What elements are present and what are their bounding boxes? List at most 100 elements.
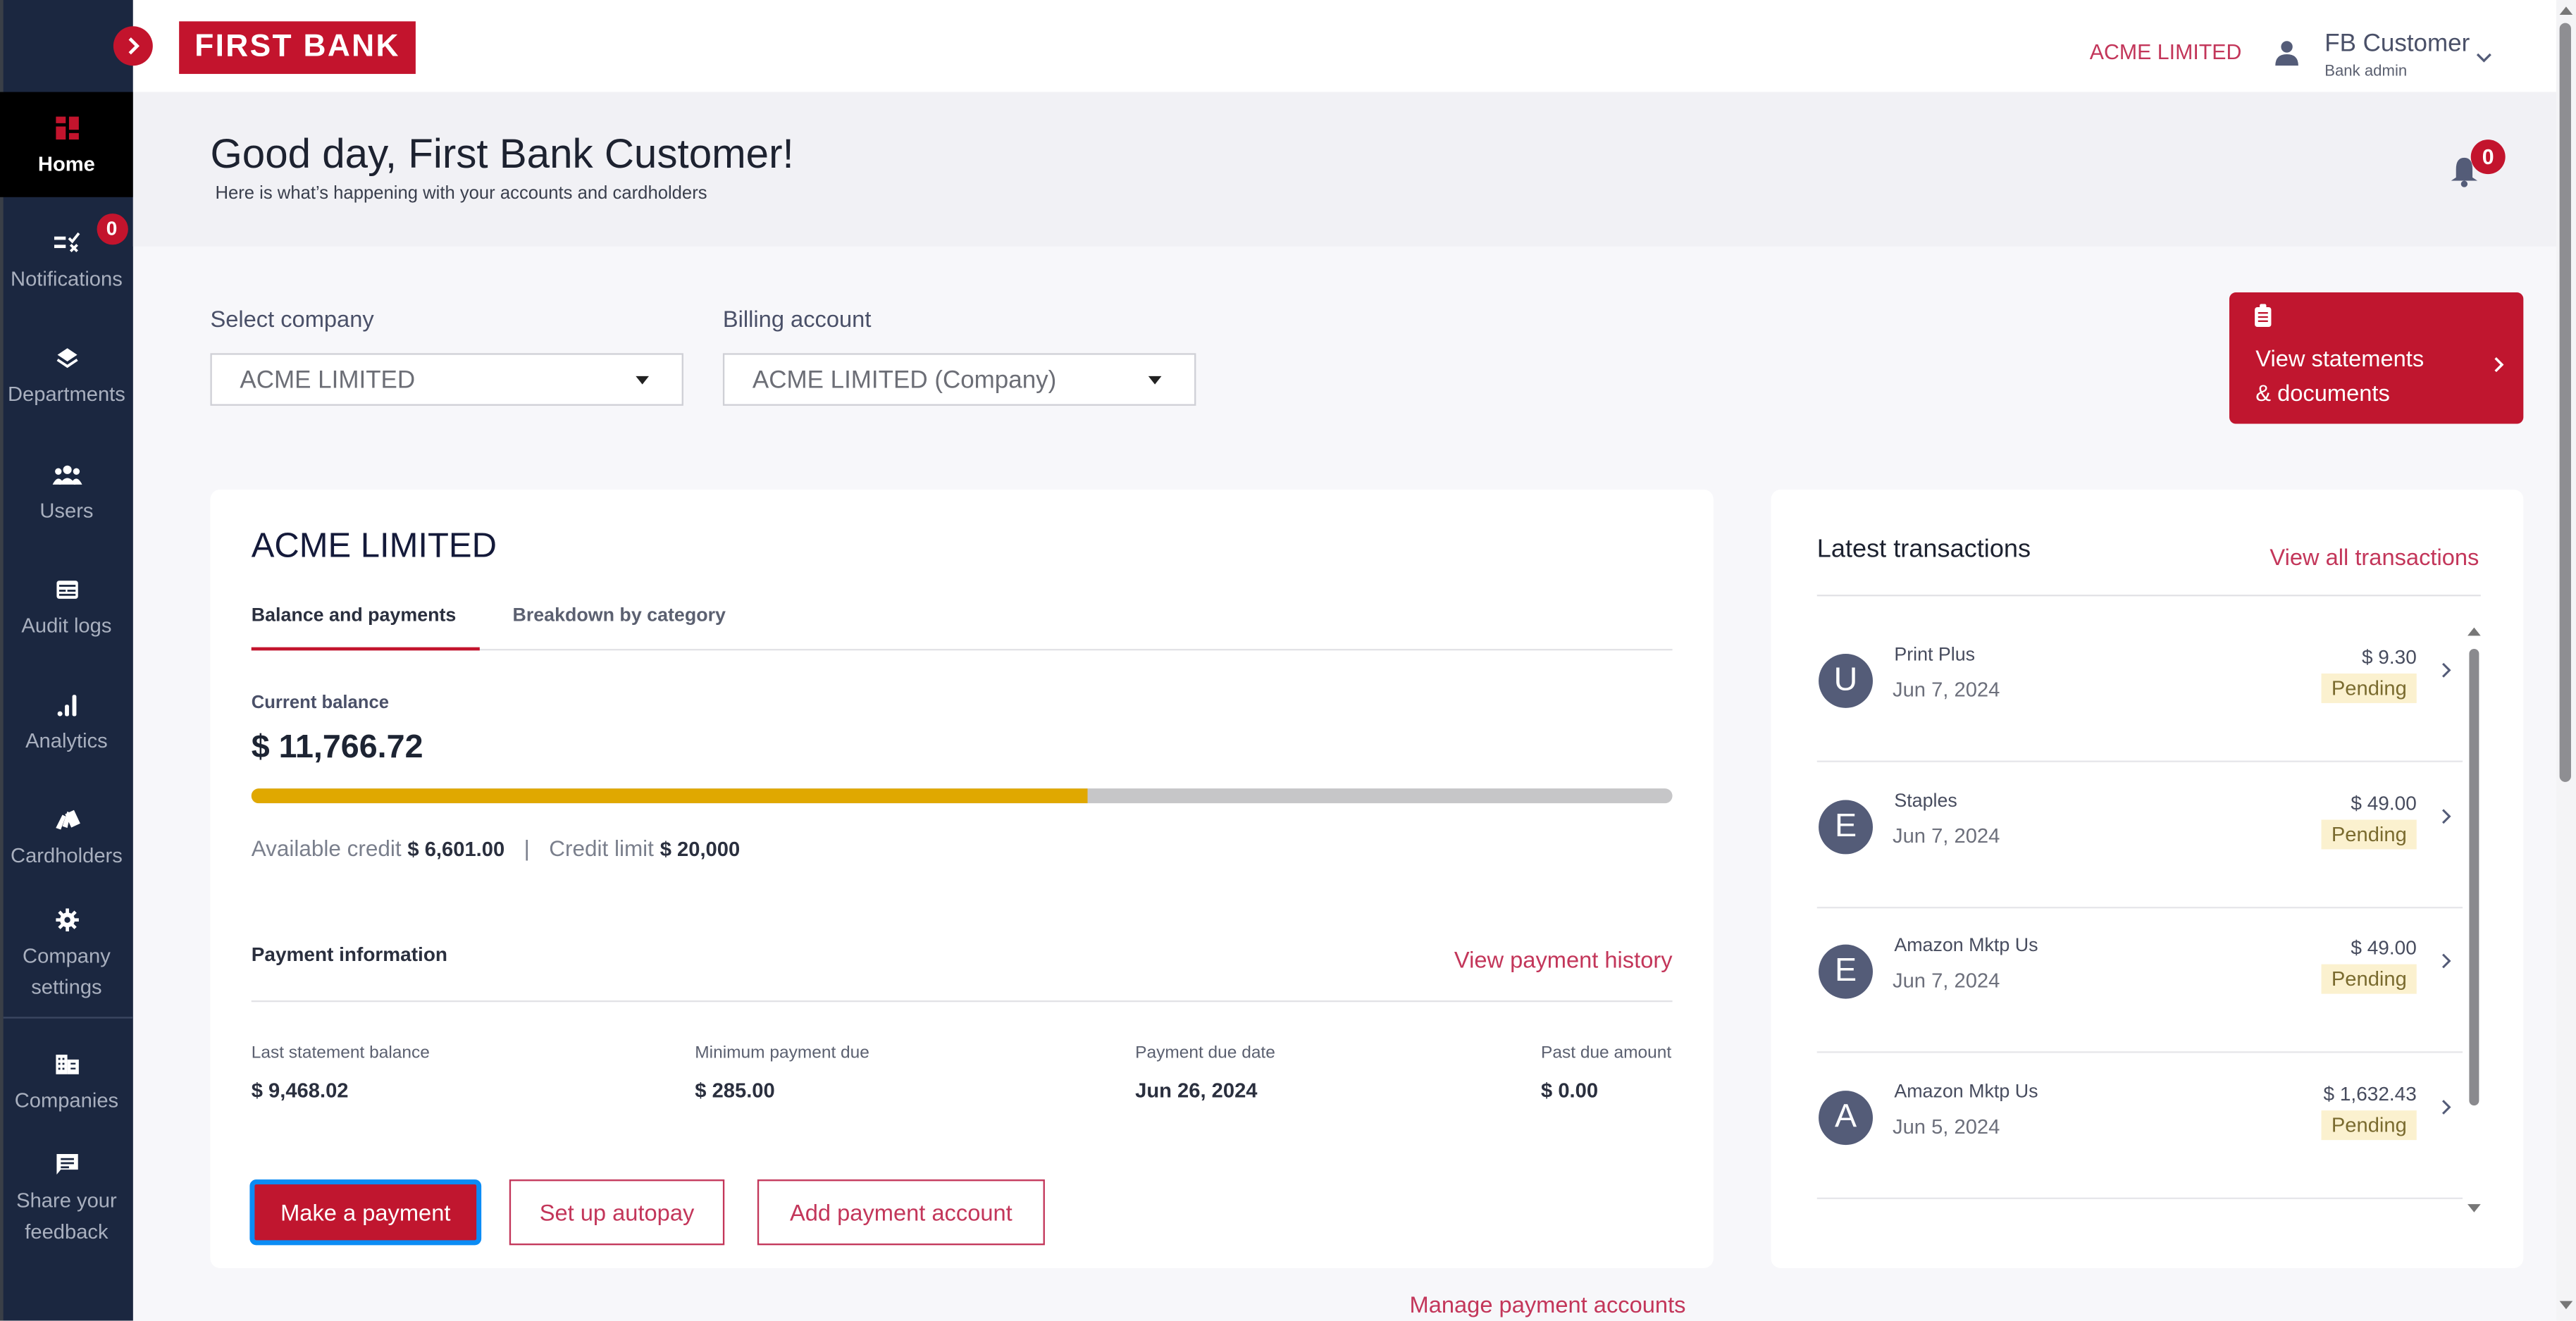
audit-log-icon [55,573,78,607]
sidebar-item-notifications[interactable]: 0 Notifications [0,213,133,294]
cards-icon [54,803,80,836]
sidebar-item-departments[interactable]: Departments [0,342,133,409]
notifications-checklist-icon: 0 [53,213,128,260]
transaction-row[interactable]: U Print Plus Jun 7, 2024 $ 9.30 Pending [1816,618,2463,762]
page-scroll-down-arrow[interactable] [2559,1301,2573,1310]
transaction-row[interactable]: E Amazon Mktp Us Jun 7, 2024 $ 49.00 Pen… [1816,908,2463,1053]
transaction-amount: $ 49.00 [2351,791,2417,815]
available-credit-value: $ 6,601.00 [407,838,505,861]
tab-breakdown-by-category[interactable]: Breakdown by category [512,606,725,626]
first-bank-logo[interactable]: FIRST BANK [179,21,416,74]
caret-down-icon [1148,376,1162,385]
latest-transactions-title: Latest transactions [1816,535,2031,564]
select-company-dropdown[interactable]: ACME LIMITED [210,353,683,406]
billing-account-value: ACME LIMITED (Company) [752,366,1057,395]
credit-utilization-bar [251,788,1673,804]
transaction-row[interactable]: A Amazon Mktp Us Jun 5, 2024 $ 1,632.43 … [1816,1055,2463,1200]
status-badge: Pending [2321,964,2417,994]
sidebar-item-label: feedback [25,1220,109,1244]
user-name[interactable]: FB Customer [2324,30,2470,58]
billing-account-dropdown[interactable]: ACME LIMITED (Company) [722,353,1196,406]
available-credit-label: Available credit [251,836,402,861]
manage-payment-accounts-link[interactable]: Manage payment accounts [1410,1291,1686,1317]
view-payment-history-link[interactable]: View payment history [1454,946,1673,972]
sidebar-item-analytics[interactable]: Analytics [0,688,133,756]
transaction-date: Jun 7, 2024 [1893,678,2000,702]
sidebar-item-cardholders[interactable]: Cardholders [0,803,133,871]
transaction-row[interactable]: E Staples Jun 7, 2024 $ 49.00 Pending [1816,764,2463,909]
billing-account-label: Billing account [722,305,872,332]
view-all-transactions-link[interactable]: View all transactions [2270,544,2479,570]
credit-limit-label: Credit limit [549,836,654,861]
merchant-name: Amazon Mktp Us [1894,936,2038,956]
sidebar-item-feedback[interactable]: Share your feedback [0,1148,133,1247]
payment-information-title: Payment information [251,943,448,966]
user-icon[interactable] [2274,39,2300,74]
credit-utilization-fill [251,788,1087,804]
list-scroll-up-arrow[interactable] [2467,627,2481,636]
status-badge: Pending [2321,673,2417,703]
past-due-amount: Past due amount $ 0.00 [1541,1043,1671,1103]
notifications-badge: 0 [96,213,128,245]
active-tab-indicator [251,647,480,651]
view-statements-button[interactable]: View statements & documents [2229,292,2524,424]
list-scrollbar-thumb[interactable] [2469,648,2479,1106]
field-label: Past due amount [1541,1043,1672,1063]
transaction-amount: $ 1,632.43 [2323,1082,2417,1106]
feedback-chat-icon [55,1148,78,1182]
clipboard-icon [2254,304,2272,335]
view-statements-line1: View statements [2255,345,2425,371]
transaction-date: Jun 7, 2024 [1893,969,2000,993]
sidebar-item-label: Company [23,944,111,968]
sidebar-item-audit-logs[interactable]: Audit logs [0,573,133,641]
page-scroll-up-arrow[interactable] [2559,6,2573,15]
sidebar-item-label: settings [31,975,102,999]
sidebar-item-label: Companies [14,1089,119,1112]
credit-limit-value: $ 20,000 [660,838,741,861]
page-scrollbar[interactable] [2556,0,2576,1321]
credit-summary: Available credit $ 6,601.00 | Credit lim… [252,836,740,861]
building-icon [55,1048,78,1081]
sidebar-item-home[interactable]: Home [0,92,133,197]
account-title: ACME LIMITED [251,527,497,566]
sidebar-item-company-settings[interactable]: Company settings [0,903,133,1002]
field-value: $ 9,468.02 [251,1079,349,1103]
current-balance-amount: $ 11,766.72 [251,729,423,766]
status-badge: Pending [2321,819,2417,850]
add-payment-account-button[interactable]: Add payment account [757,1179,1045,1246]
chevron-down-icon[interactable] [2476,43,2492,73]
field-label: Minimum payment due [695,1043,869,1063]
sidebar-item-label: Audit logs [21,614,112,638]
sidebar-item-companies[interactable]: Companies [0,1048,133,1116]
select-company-label: Select company [210,305,374,332]
payment-info-divider [251,1000,1673,1003]
merchant-avatar: A [1819,1091,1874,1146]
row-divider [1816,1197,2463,1200]
page-scrollbar-thumb[interactable] [2559,23,2571,782]
notification-count-badge: 0 [2470,139,2506,175]
setup-autopay-button[interactable]: Set up autopay [509,1179,725,1246]
transactions-divider [1816,595,2481,597]
caret-down-icon [636,376,649,385]
page-title: Good day, First Bank Customer! [210,131,794,178]
app-root: Home 0 Notifications Departments Users A… [0,0,2576,1321]
merchant-avatar: U [1819,653,1874,708]
list-scroll-down-arrow[interactable] [2467,1204,2481,1213]
merchant-name: Staples [1894,791,1957,812]
chevron-right-icon [2494,352,2504,381]
credit-separator: | [524,836,530,861]
home-grid-icon [55,111,78,144]
user-role: Bank admin [2324,62,2408,81]
sidebar-item-label: Cardholders [11,844,123,868]
status-badge: Pending [2321,1110,2417,1141]
payment-due-date: Payment due date Jun 26, 2024 [1135,1043,1275,1103]
sidebar-item-label: Share your [16,1189,117,1213]
last-statement-balance: Last statement balance $ 9,468.02 [252,1043,430,1103]
field-value: $ 0.00 [1541,1079,1599,1103]
sidebar-item-users[interactable]: Users [0,459,133,526]
latest-transactions-card: Latest transactions View all transaction… [1771,489,2524,1268]
make-payment-button[interactable]: Make a payment [249,1179,482,1246]
sidebar-expand-button[interactable] [113,26,153,66]
header-company-link[interactable]: ACME LIMITED [2090,39,2242,64]
tab-balance-and-payments[interactable]: Balance and payments [252,606,457,626]
